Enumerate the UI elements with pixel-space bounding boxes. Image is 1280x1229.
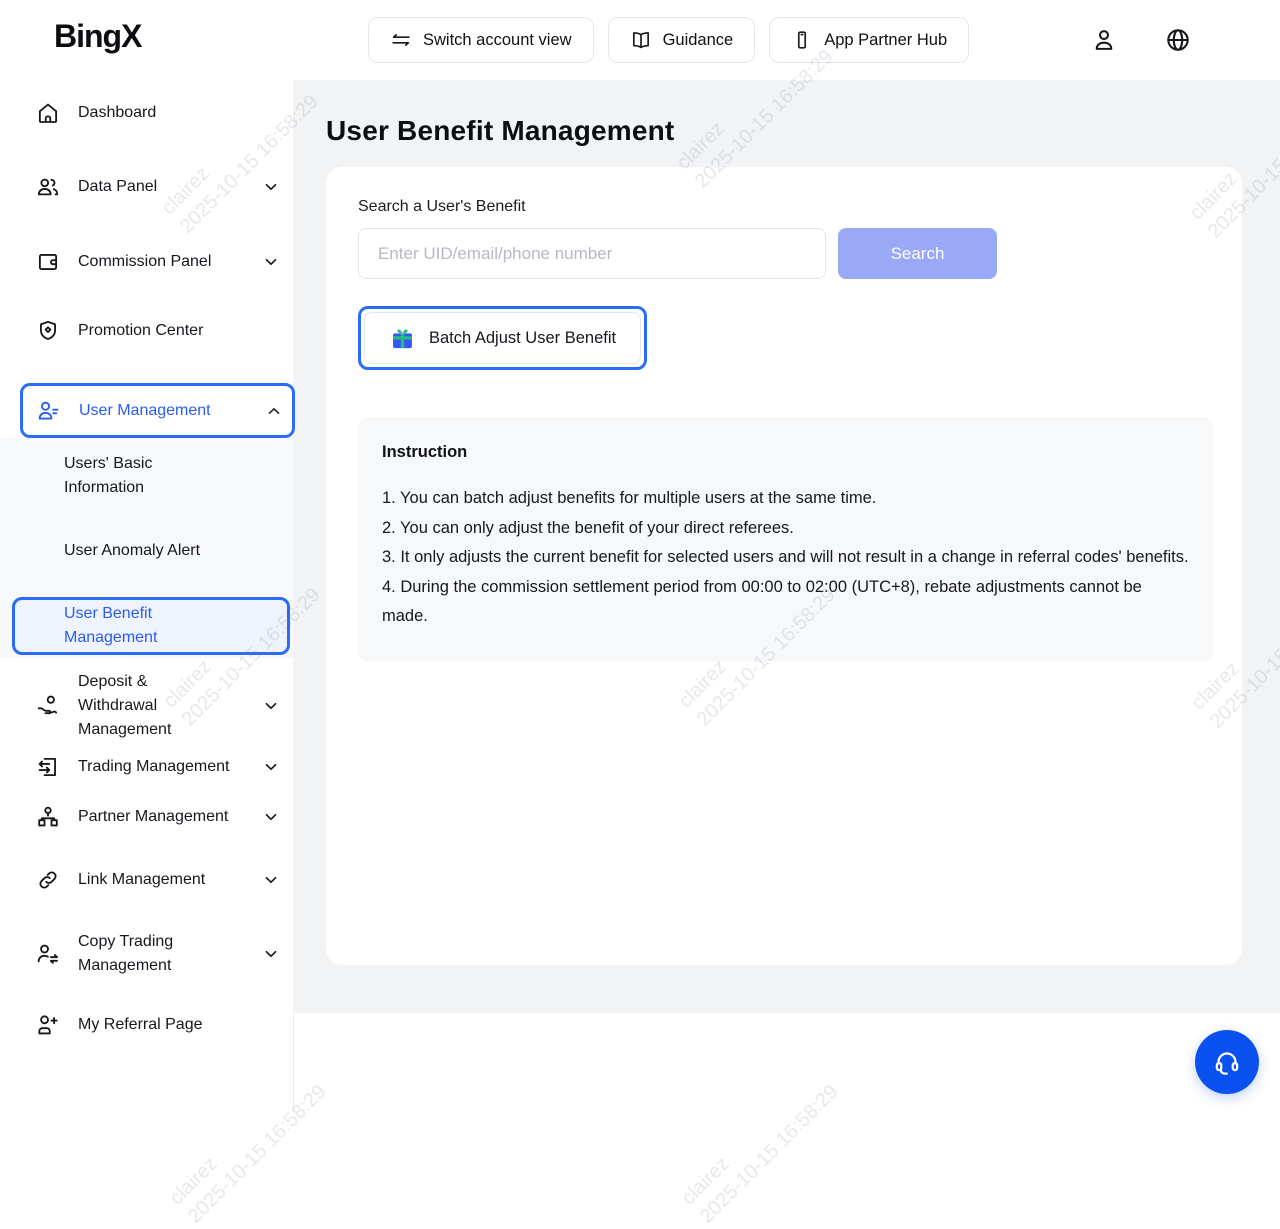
sidebar-item-label: Partner Management (78, 805, 230, 829)
sidebar-item-partner-management[interactable]: Partner Management (0, 804, 293, 830)
link-icon (34, 867, 62, 893)
sidebar-item-user-management[interactable]: User Management (20, 383, 295, 438)
sidebar-item-label: Users' Basic Information (64, 452, 214, 500)
users-icon (34, 174, 62, 200)
shield-badge-icon (34, 318, 62, 344)
customer-support-button[interactable] (1195, 1030, 1259, 1094)
person-icon (1090, 26, 1118, 54)
chevron-down-icon (265, 950, 277, 958)
chevron-down-icon (265, 763, 277, 771)
page-title: User Benefit Management (326, 115, 1280, 147)
chevron-down-icon (265, 183, 277, 191)
sidebar-item-label: User Management (79, 399, 239, 423)
app-partner-hub-label: App Partner Hub (824, 31, 947, 50)
main-content: User Benefit Management Search a User's … (293, 80, 1280, 1013)
hand-coin-icon (34, 693, 62, 719)
headset-icon (1212, 1047, 1242, 1077)
sidebar-item-users-basic-information[interactable]: Users' Basic Information (0, 450, 293, 500)
globe-icon (1164, 26, 1192, 54)
mobile-phone-icon (791, 29, 813, 51)
batch-adjust-user-benefit-button[interactable]: Batch Adjust User Benefit (364, 312, 641, 364)
sidebar-item-label: User Benefit Management (64, 602, 224, 650)
user-management-submenu: Users' Basic Information User Anomaly Al… (0, 438, 293, 658)
sidebar-item-link-management[interactable]: Link Management (0, 866, 293, 894)
sidebar-item-label: Promotion Center (78, 319, 230, 343)
batch-adjust-highlight-box: Batch Adjust User Benefit (358, 306, 647, 370)
sidebar-item-label: Trading Management (78, 755, 230, 779)
instruction-item: 3. It only adjusts the current benefit f… (382, 543, 1189, 573)
sidebar-item-promotion-center[interactable]: Promotion Center (0, 314, 293, 348)
chevron-down-icon (265, 258, 277, 266)
home-icon (34, 100, 62, 126)
sidebar-item-dashboard[interactable]: Dashboard (0, 96, 293, 130)
sidebar-item-my-referral-page[interactable]: My Referral Page (0, 1010, 293, 1040)
batch-adjust-label: Batch Adjust User Benefit (429, 329, 616, 348)
sidebar-item-label: My Referral Page (78, 1013, 230, 1037)
switch-account-view-label: Switch account view (423, 31, 572, 50)
guidance-label: Guidance (663, 31, 734, 50)
instruction-box: Instruction 1. You can batch adjust bene… (358, 417, 1213, 662)
sidebar: Dashboard Data Panel Commission Panel (0, 80, 293, 1110)
search-row: Search (358, 228, 1210, 279)
guidance-button[interactable]: Guidance (608, 17, 756, 63)
sidebar-item-label: Link Management (78, 868, 230, 892)
instruction-item: 4. During the commission settlement peri… (382, 573, 1189, 632)
chevron-down-icon (265, 876, 277, 884)
chevron-down-icon (265, 813, 277, 821)
instruction-item: 2. You can only adjust the benefit of yo… (382, 514, 1189, 544)
sidebar-item-label: Copy Trading Management (78, 930, 230, 978)
sidebar-item-user-anomaly-alert[interactable]: User Anomaly Alert (0, 539, 293, 563)
switch-arrows-icon (390, 29, 412, 51)
sidebar-item-user-benefit-management[interactable]: User Benefit Management (12, 597, 290, 655)
chevron-down-icon (265, 702, 277, 710)
user-plus-icon (34, 1012, 62, 1038)
instruction-title: Instruction (382, 443, 1189, 462)
user-list-icon (35, 398, 63, 424)
sidebar-item-copy-trading-management[interactable]: Copy Trading Management (0, 930, 293, 978)
top-header: BingX Switch account view Guidance (0, 0, 1280, 80)
instruction-item: 1. You can batch adjust benefits for mul… (382, 484, 1189, 514)
sidebar-item-label: Data Panel (78, 175, 230, 199)
sidebar-item-trading-management[interactable]: Trading Management (0, 754, 293, 780)
chevron-up-icon (268, 407, 280, 415)
sidebar-item-deposit-withdrawal-management[interactable]: Deposit & Withdrawal Management (0, 670, 293, 742)
sidebar-item-data-panel[interactable]: Data Panel (0, 170, 293, 204)
gift-icon (389, 325, 416, 352)
sidebar-item-label: Commission Panel (78, 250, 230, 274)
trade-document-icon (34, 754, 62, 780)
copy-trading-icon (34, 941, 62, 967)
account-button[interactable] (1088, 24, 1120, 56)
sidebar-item-label: Deposit & Withdrawal Management (78, 670, 230, 742)
bingx-logo: BingX (54, 18, 141, 55)
wallet-icon (34, 249, 62, 275)
sidebar-item-commission-panel[interactable]: Commission Panel (0, 245, 293, 279)
header-button-group: Switch account view Guidance App Partner… (368, 17, 969, 63)
book-icon (630, 29, 652, 51)
org-chart-icon (34, 804, 62, 830)
switch-account-view-button[interactable]: Switch account view (368, 17, 594, 63)
search-button[interactable]: Search (838, 228, 997, 279)
sidebar-item-label: User Anomaly Alert (64, 542, 200, 559)
search-benefit-label: Search a User's Benefit (358, 198, 1210, 216)
sidebar-item-label: Dashboard (78, 101, 230, 125)
benefit-card: Search a User's Benefit Search Batch Adj… (326, 167, 1242, 965)
app-partner-hub-button[interactable]: App Partner Hub (769, 17, 969, 63)
uid-search-input[interactable] (358, 228, 826, 279)
sidebar-bottom-divider (293, 1013, 294, 1110)
instruction-list: 1. You can batch adjust benefits for mul… (382, 484, 1189, 632)
language-button[interactable] (1162, 24, 1194, 56)
